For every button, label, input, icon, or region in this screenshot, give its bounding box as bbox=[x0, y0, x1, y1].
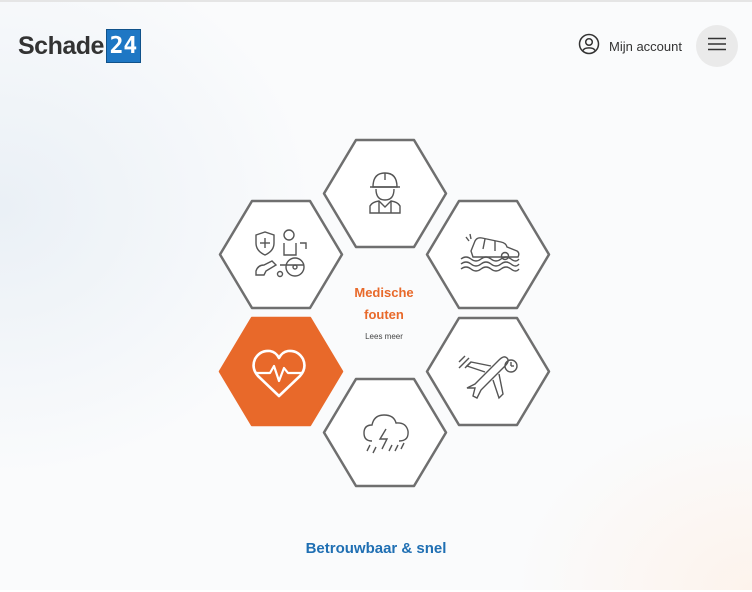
read-more-link[interactable]: Lees meer bbox=[334, 332, 434, 341]
category-hexagons: Medische fouten Lees meer bbox=[0, 2, 752, 592]
selected-category-info: Medische fouten Lees meer bbox=[334, 282, 434, 341]
page: Schade 24 Mijn account Medische fouten L… bbox=[0, 0, 752, 590]
category-injury[interactable] bbox=[218, 199, 344, 315]
selected-category-title: Medische fouten bbox=[354, 285, 414, 322]
category-medical[interactable] bbox=[218, 316, 344, 432]
tagline: Betrouwbaar & snel bbox=[305, 540, 447, 557]
category-traffic[interactable] bbox=[425, 199, 551, 315]
